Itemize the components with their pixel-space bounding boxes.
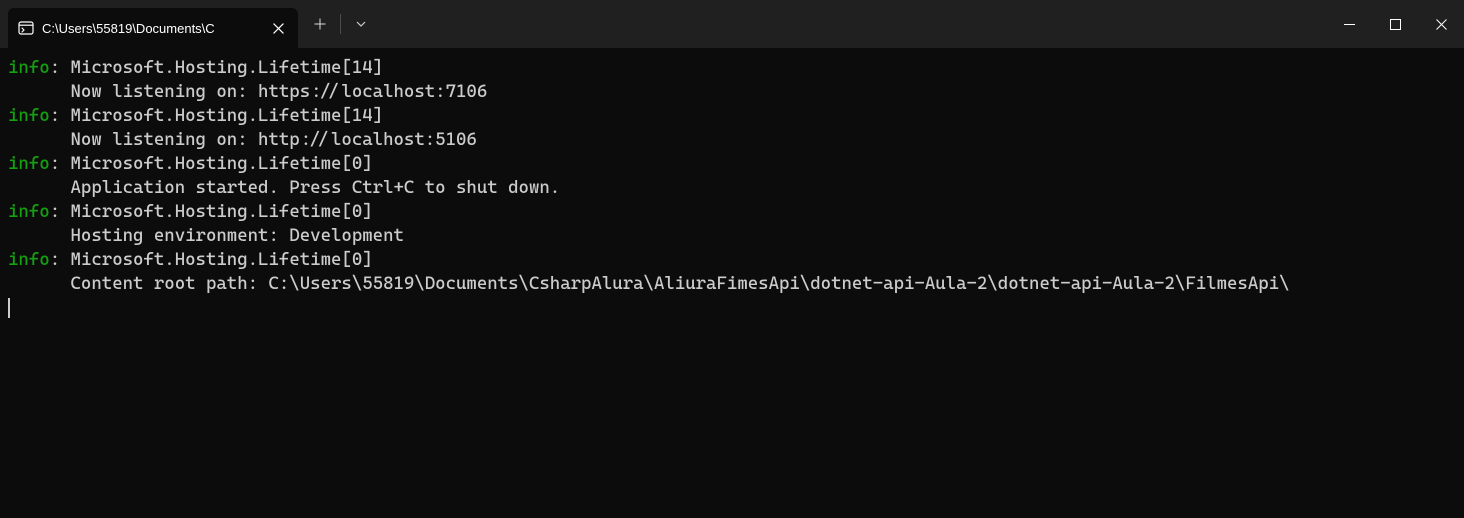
tab-strip: C:\Users\55819\Documents\C xyxy=(0,0,298,48)
log-level: info xyxy=(8,153,50,174)
divider xyxy=(340,14,341,34)
terminal-output[interactable]: info: Microsoft.Hosting.Lifetime[14] Now… xyxy=(0,48,1464,328)
log-line: info: Microsoft.Hosting.Lifetime[0] xyxy=(8,152,1456,176)
tab-actions xyxy=(298,0,379,48)
log-category: : Microsoft.Hosting.Lifetime[14] xyxy=(50,105,383,126)
plus-icon xyxy=(314,18,326,30)
close-icon xyxy=(273,23,284,34)
maximize-button[interactable] xyxy=(1372,0,1418,48)
log-line: info: Microsoft.Hosting.Lifetime[0] xyxy=(8,248,1456,272)
log-level: info xyxy=(8,201,50,222)
log-category: : Microsoft.Hosting.Lifetime[14] xyxy=(50,57,383,78)
terminal-icon xyxy=(18,20,34,36)
log-level: info xyxy=(8,249,50,270)
log-line: info: Microsoft.Hosting.Lifetime[14] xyxy=(8,104,1456,128)
log-level: info xyxy=(8,105,50,126)
prompt-line xyxy=(8,296,1456,320)
active-tab[interactable]: C:\Users\55819\Documents\C xyxy=(8,8,298,48)
log-message-line: Now listening on: https://localhost:7106 xyxy=(8,80,1456,104)
log-message-line: Hosting environment: Development xyxy=(8,224,1456,248)
titlebar: C:\Users\55819\Documents\C xyxy=(0,0,1464,48)
log-line: info: Microsoft.Hosting.Lifetime[0] xyxy=(8,200,1456,224)
log-category: : Microsoft.Hosting.Lifetime[0] xyxy=(50,249,373,270)
log-level: info xyxy=(8,57,50,78)
log-line: info: Microsoft.Hosting.Lifetime[14] xyxy=(8,56,1456,80)
minimize-icon xyxy=(1344,19,1355,30)
tab-title: C:\Users\55819\Documents\C xyxy=(42,21,260,36)
cursor xyxy=(8,298,10,318)
new-tab-button[interactable] xyxy=(302,6,338,42)
log-category: : Microsoft.Hosting.Lifetime[0] xyxy=(50,153,373,174)
log-category: : Microsoft.Hosting.Lifetime[0] xyxy=(50,201,373,222)
titlebar-drag-region[interactable] xyxy=(379,0,1326,48)
log-message-line: Content root path: C:\Users\55819\Docume… xyxy=(8,272,1456,296)
log-message-line: Application started. Press Ctrl+C to shu… xyxy=(8,176,1456,200)
minimize-button[interactable] xyxy=(1326,0,1372,48)
tab-dropdown-button[interactable] xyxy=(343,6,379,42)
maximize-icon xyxy=(1390,19,1401,30)
window-close-button[interactable] xyxy=(1418,0,1464,48)
window-controls xyxy=(1326,0,1464,48)
close-icon xyxy=(1436,19,1447,30)
chevron-down-icon xyxy=(355,18,367,30)
log-message-line: Now listening on: http://localhost:5106 xyxy=(8,128,1456,152)
tab-close-button[interactable] xyxy=(268,18,288,38)
